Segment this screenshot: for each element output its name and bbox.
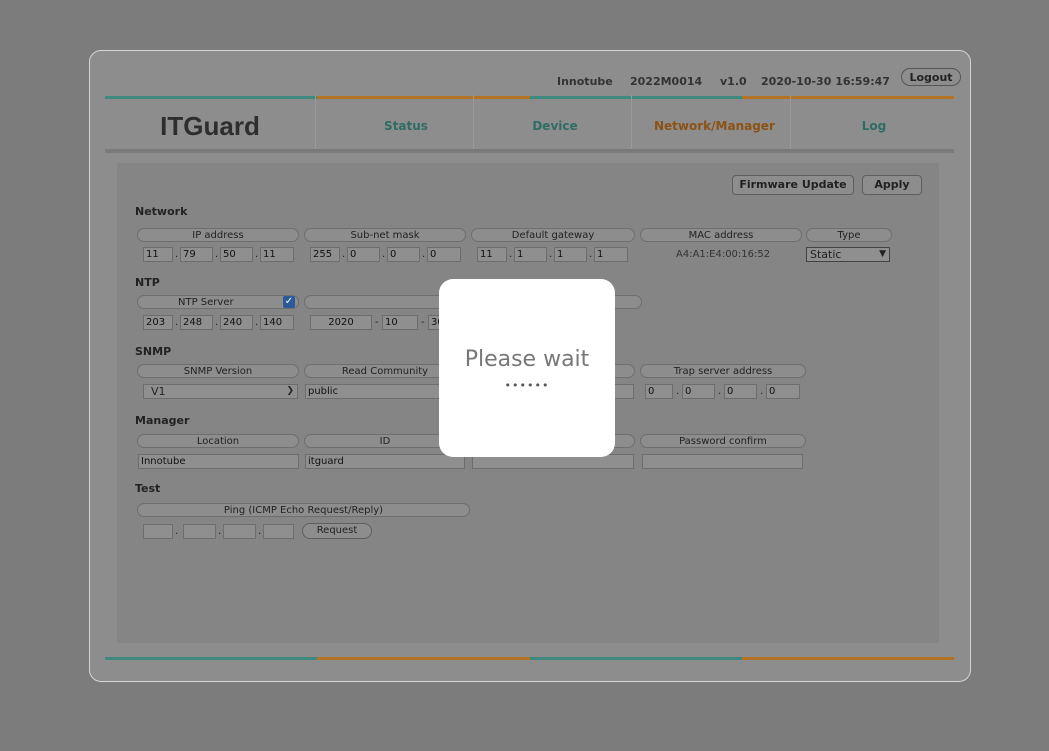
- itguard-logo: ITGuard: [160, 111, 260, 141]
- ip-address-header: IP address: [137, 228, 299, 242]
- menu-divider: [315, 95, 316, 151]
- ntp-octet-2[interactable]: 248: [180, 315, 213, 330]
- ip-octet-1[interactable]: 11: [143, 247, 173, 262]
- tab-log[interactable]: Log: [814, 119, 934, 133]
- subnet-octet-2[interactable]: 0: [347, 247, 380, 262]
- trap-octet-3[interactable]: 0: [724, 384, 757, 399]
- menu-divider: [473, 95, 474, 151]
- octet-separator: .: [718, 386, 722, 397]
- mac-address-header: MAC address: [640, 228, 802, 242]
- menu-divider: [790, 95, 791, 151]
- snmp-version-select[interactable]: V1 ❯: [143, 384, 298, 399]
- octet-separator: .: [258, 526, 262, 537]
- please-wait-dialog: Please wait ••••••: [439, 279, 615, 457]
- location-header: Location: [137, 434, 299, 448]
- octet-separator: .: [589, 249, 593, 260]
- gateway-octet-3[interactable]: 1: [554, 247, 587, 262]
- snmp-section-title: SNMP: [135, 345, 172, 358]
- apply-button[interactable]: Apply: [862, 175, 922, 195]
- date-separator: -: [375, 317, 379, 328]
- password-confirm-header: Password confirm: [640, 434, 806, 448]
- octet-separator: .: [175, 249, 179, 260]
- subnet-octet-4[interactable]: 0: [427, 247, 461, 262]
- device-datetime: 2020-10-30 16:59:47: [761, 75, 890, 88]
- type-select-value: Static: [810, 248, 842, 261]
- date-separator: -: [421, 317, 425, 328]
- ntp-octet-4[interactable]: 140: [260, 315, 294, 330]
- octet-separator: .: [549, 249, 553, 260]
- id-field[interactable]: itguard: [305, 454, 465, 469]
- snmp-version-header: SNMP Version: [137, 364, 299, 378]
- ip-octet-3[interactable]: 50: [220, 247, 253, 262]
- tab-status[interactable]: Status: [346, 119, 466, 133]
- ping-octet-3[interactable]: [223, 524, 256, 539]
- subnet-octet-1[interactable]: 255: [310, 247, 340, 262]
- location-field[interactable]: Innotube: [138, 454, 299, 469]
- mac-address-value: A4:A1:E4:00:16:52: [676, 249, 771, 260]
- octet-separator: .: [215, 249, 219, 260]
- default-gateway-header: Default gateway: [471, 228, 635, 242]
- octet-separator: .: [255, 317, 259, 328]
- octet-separator: .: [422, 249, 426, 260]
- tab-network-manager[interactable]: Network/Manager: [654, 119, 775, 133]
- firmware-update-button[interactable]: Firmware Update: [732, 175, 854, 195]
- ping-header: Ping (ICMP Echo Request/Reply): [137, 503, 470, 517]
- trap-server-header: Trap server address: [640, 364, 806, 378]
- ntp-server-checkbox[interactable]: ✓: [283, 296, 295, 308]
- octet-separator: .: [218, 526, 222, 537]
- loading-dots: ••••••: [504, 379, 550, 392]
- chevron-down-icon: ❯: [286, 386, 294, 396]
- type-header: Type: [806, 228, 892, 242]
- manager-section-title: Manager: [135, 414, 190, 427]
- header-color-bar: [105, 96, 954, 99]
- ntp-octet-1[interactable]: 203: [143, 315, 173, 330]
- type-select[interactable]: Static ▼: [806, 247, 890, 262]
- menu-divider: [631, 95, 632, 151]
- footer-color-bar: [105, 657, 954, 660]
- please-wait-title: Please wait: [464, 347, 590, 372]
- device-serial: 2022M0014: [630, 75, 703, 88]
- ntp-section-title: NTP: [135, 276, 160, 289]
- ip-octet-4[interactable]: 11: [260, 247, 294, 262]
- ip-octet-2[interactable]: 79: [180, 247, 213, 262]
- octet-separator: .: [175, 317, 179, 328]
- octet-separator: .: [676, 386, 680, 397]
- network-section-title: Network: [135, 205, 188, 218]
- logout-button[interactable]: Logout: [901, 68, 961, 86]
- menu-bottom-border: [105, 149, 954, 153]
- ping-octet-2[interactable]: [183, 524, 216, 539]
- trap-octet-1[interactable]: 0: [645, 384, 673, 399]
- trap-octet-4[interactable]: 0: [766, 384, 800, 399]
- password-confirm-field[interactable]: [642, 454, 803, 469]
- octet-separator: .: [215, 317, 219, 328]
- snmp-version-value: V1: [151, 385, 166, 398]
- test-section-title: Test: [135, 482, 161, 495]
- octet-separator: .: [509, 249, 513, 260]
- gateway-octet-2[interactable]: 1: [514, 247, 547, 262]
- gateway-octet-1[interactable]: 11: [477, 247, 507, 262]
- firmware-version: v1.0: [720, 75, 747, 88]
- chevron-down-icon: ▼: [879, 249, 886, 259]
- octet-separator: .: [175, 526, 179, 537]
- subnet-octet-3[interactable]: 0: [387, 247, 420, 262]
- octet-separator: .: [760, 386, 764, 397]
- ntp-year-field[interactable]: 2020: [310, 315, 372, 330]
- subnet-mask-header: Sub-net mask: [304, 228, 466, 242]
- octet-separator: .: [342, 249, 346, 260]
- ntp-server-header: NTP Server: [137, 295, 299, 309]
- ntp-month-field[interactable]: 10: [382, 315, 418, 330]
- trap-octet-2[interactable]: 0: [682, 384, 715, 399]
- ntp-octet-3[interactable]: 240: [220, 315, 253, 330]
- gateway-octet-4[interactable]: 1: [594, 247, 628, 262]
- tab-device[interactable]: Device: [495, 119, 615, 133]
- ping-octet-4[interactable]: [263, 524, 294, 539]
- company-name: Innotube: [557, 75, 613, 88]
- octet-separator: .: [382, 249, 386, 260]
- ping-octet-1[interactable]: [143, 524, 173, 539]
- octet-separator: .: [255, 249, 259, 260]
- ping-request-button[interactable]: Request: [302, 523, 372, 539]
